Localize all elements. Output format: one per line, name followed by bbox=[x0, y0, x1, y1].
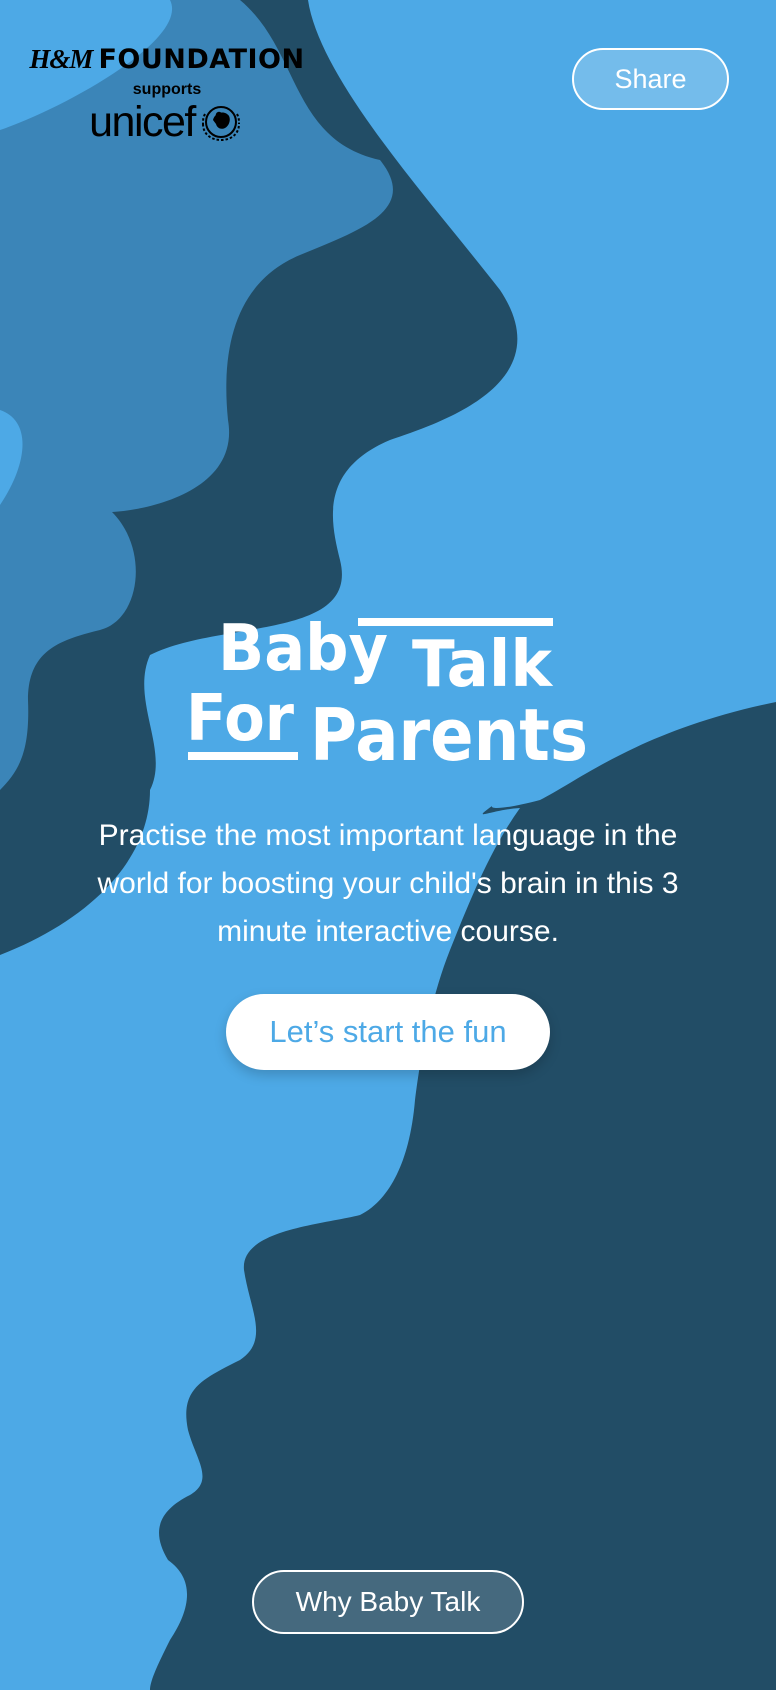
baby-talk-for-parents-title: Baby Talk For Parents bbox=[180, 610, 600, 770]
hm-mark: H&M bbox=[29, 44, 93, 74]
title-graphic: Baby Talk For Parents bbox=[186, 612, 588, 770]
sponsor-logo: H&M FOUNDATION supports unicef bbox=[29, 44, 304, 144]
title-parents: Parents bbox=[310, 693, 588, 770]
title-for: For bbox=[186, 682, 294, 756]
hm-foundation-logo: H&M FOUNDATION bbox=[29, 44, 304, 75]
title-for-underline bbox=[188, 752, 298, 760]
title-talk: Talk bbox=[412, 628, 553, 702]
title-talk-overline bbox=[358, 618, 553, 626]
share-button[interactable]: Share bbox=[572, 48, 729, 110]
intro-text: Practise the most important language in … bbox=[97, 819, 679, 948]
unicef-emblem-icon bbox=[201, 106, 240, 142]
unicef-wordmark: unicef bbox=[89, 97, 196, 146]
start-course-button[interactable]: Let’s start the fun bbox=[226, 994, 550, 1070]
supports-label: supports bbox=[132, 81, 202, 98]
why-baby-talk-button[interactable]: Why Baby Talk bbox=[252, 1570, 524, 1634]
foundation-wordmark: FOUNDATION bbox=[98, 44, 305, 75]
unicef-logo: unicef bbox=[44, 100, 290, 144]
